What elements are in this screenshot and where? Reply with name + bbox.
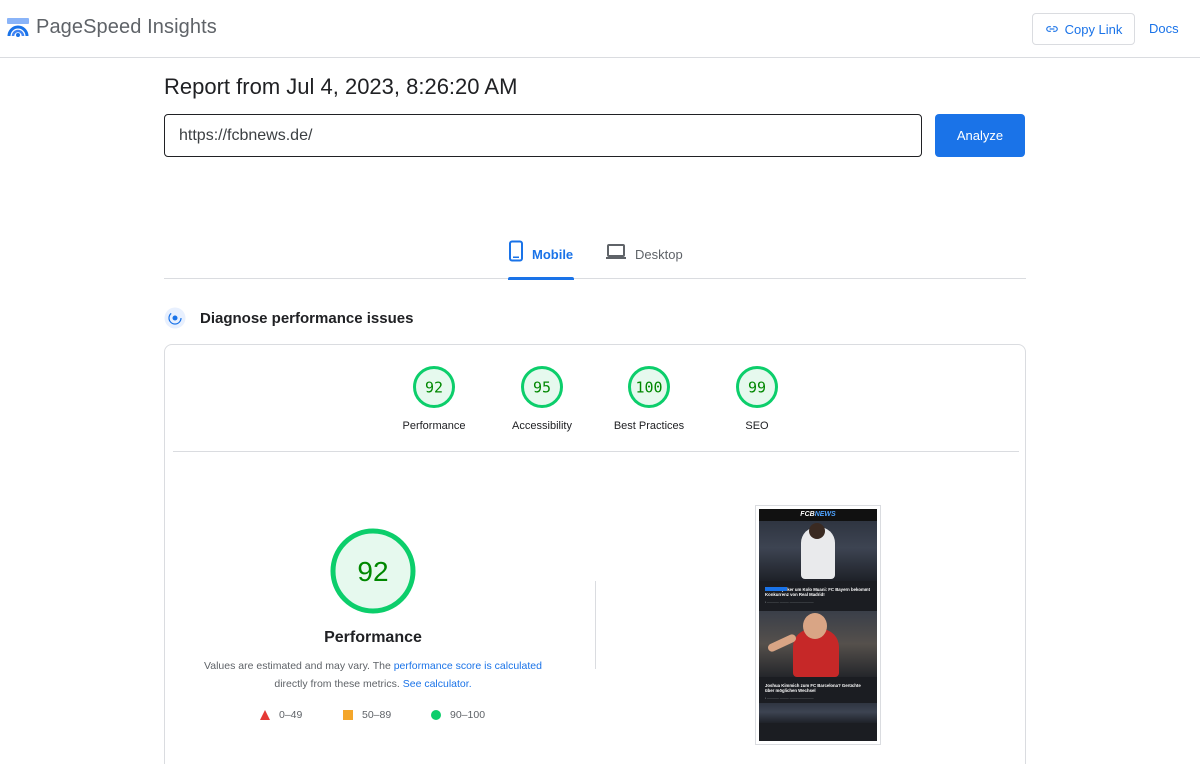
legend-range: 90–100	[450, 709, 486, 721]
performance-title: Performance	[324, 629, 422, 646]
performance-gauge: 92	[330, 528, 416, 614]
tab-mobile-label: Mobile	[532, 247, 574, 262]
gauge-label: Accessibility	[512, 420, 572, 432]
performance-score: 92	[357, 556, 388, 587]
gauge-label: Performance	[402, 420, 466, 432]
legend-range: 0–49	[279, 709, 303, 721]
gauge-label: SEO	[745, 420, 769, 432]
gauge-ring: 99	[736, 366, 778, 408]
note-text: Values are estimated and may vary. The	[204, 660, 391, 672]
article-image	[759, 521, 877, 591]
performance-note: Values are estimated and may vary. The p…	[193, 657, 553, 693]
gauge-value: 92	[425, 379, 443, 397]
article-image	[759, 611, 877, 677]
diagnose-title: Diagnose performance issues	[200, 310, 414, 327]
gauge-value: 95	[533, 379, 551, 397]
copy-link-label: Copy Link	[1064, 21, 1123, 37]
device-tabs: Mobile Desktop	[164, 240, 1026, 280]
docs-link[interactable]: Docs	[1149, 21, 1179, 36]
screenshot-content: FCBNEWS Transferpoker um Kolo Muani: FC …	[759, 509, 877, 741]
gauge-ring: 95	[521, 366, 563, 408]
results-card: 92 Performance 95 Accessibility 100 Best…	[164, 344, 1026, 764]
gauge-ring: 100	[628, 366, 670, 408]
gauge-value: 100	[635, 379, 662, 397]
top-bar: PageSpeed Insights Copy Link Docs	[0, 0, 1200, 58]
divider	[173, 451, 1019, 452]
pagespeed-logo-icon[interactable]	[6, 16, 30, 40]
app-title[interactable]: PageSpeed Insights	[36, 16, 217, 39]
tab-mobile[interactable]: Mobile	[508, 240, 574, 280]
score-gauges: 92 Performance 95 Accessibility 100 Best…	[165, 345, 1025, 452]
vertical-divider	[595, 581, 596, 669]
see-calculator-link[interactable]: See calculator.	[403, 678, 472, 690]
analyze-button[interactable]: Analyze	[935, 114, 1025, 157]
player-head	[803, 613, 827, 639]
url-input[interactable]	[164, 114, 922, 157]
article-meta: ▪ ———— ——— ————————	[765, 696, 814, 700]
link-icon	[1045, 26, 1058, 32]
square-icon	[343, 710, 353, 720]
note-text-2: directly from these metrics.	[274, 678, 400, 690]
article-image	[759, 703, 877, 723]
triangle-icon	[260, 710, 270, 720]
player-head	[809, 523, 825, 539]
diagnose-icon	[164, 307, 186, 329]
site-logo: FCBNEWS	[759, 509, 877, 521]
laptop-icon	[606, 244, 626, 259]
gauge-performance[interactable]: 92 Performance	[384, 365, 484, 432]
circle-icon	[431, 710, 441, 720]
score-legend: 0–49 50–89 90–100	[259, 709, 499, 725]
gauge-ring: 92	[413, 366, 455, 408]
gauge-value: 99	[748, 379, 766, 397]
smartphone-icon	[509, 240, 523, 262]
gauge-label: Best Practices	[613, 420, 685, 432]
gauge-seo[interactable]: 99 SEO	[707, 365, 807, 432]
gauge-best-practices[interactable]: 100 Best Practices	[599, 365, 699, 432]
copy-link-button[interactable]: Copy Link	[1032, 13, 1135, 45]
score-calculated-link[interactable]: performance score is calculated	[394, 660, 542, 672]
legend-average: 50–89	[342, 709, 391, 721]
legend-range: 50–89	[362, 709, 392, 721]
tab-desktop[interactable]: Desktop	[605, 240, 683, 278]
report-title: Report from Jul 4, 2023, 8:26:20 AM	[164, 74, 518, 99]
legend-pass: 90–100	[430, 709, 485, 721]
article-title: Joshua Kimmich zum FC Barcelona? Gerücht…	[765, 683, 861, 693]
tab-desktop-label: Desktop	[635, 247, 683, 262]
page-screenshot: FCBNEWS Transferpoker um Kolo Muani: FC …	[755, 505, 881, 745]
legend-fail: 0–49	[259, 709, 302, 721]
article-meta: ▪ ———— ——— ————————	[765, 600, 814, 604]
gauge-accessibility[interactable]: 95 Accessibility	[492, 365, 592, 432]
